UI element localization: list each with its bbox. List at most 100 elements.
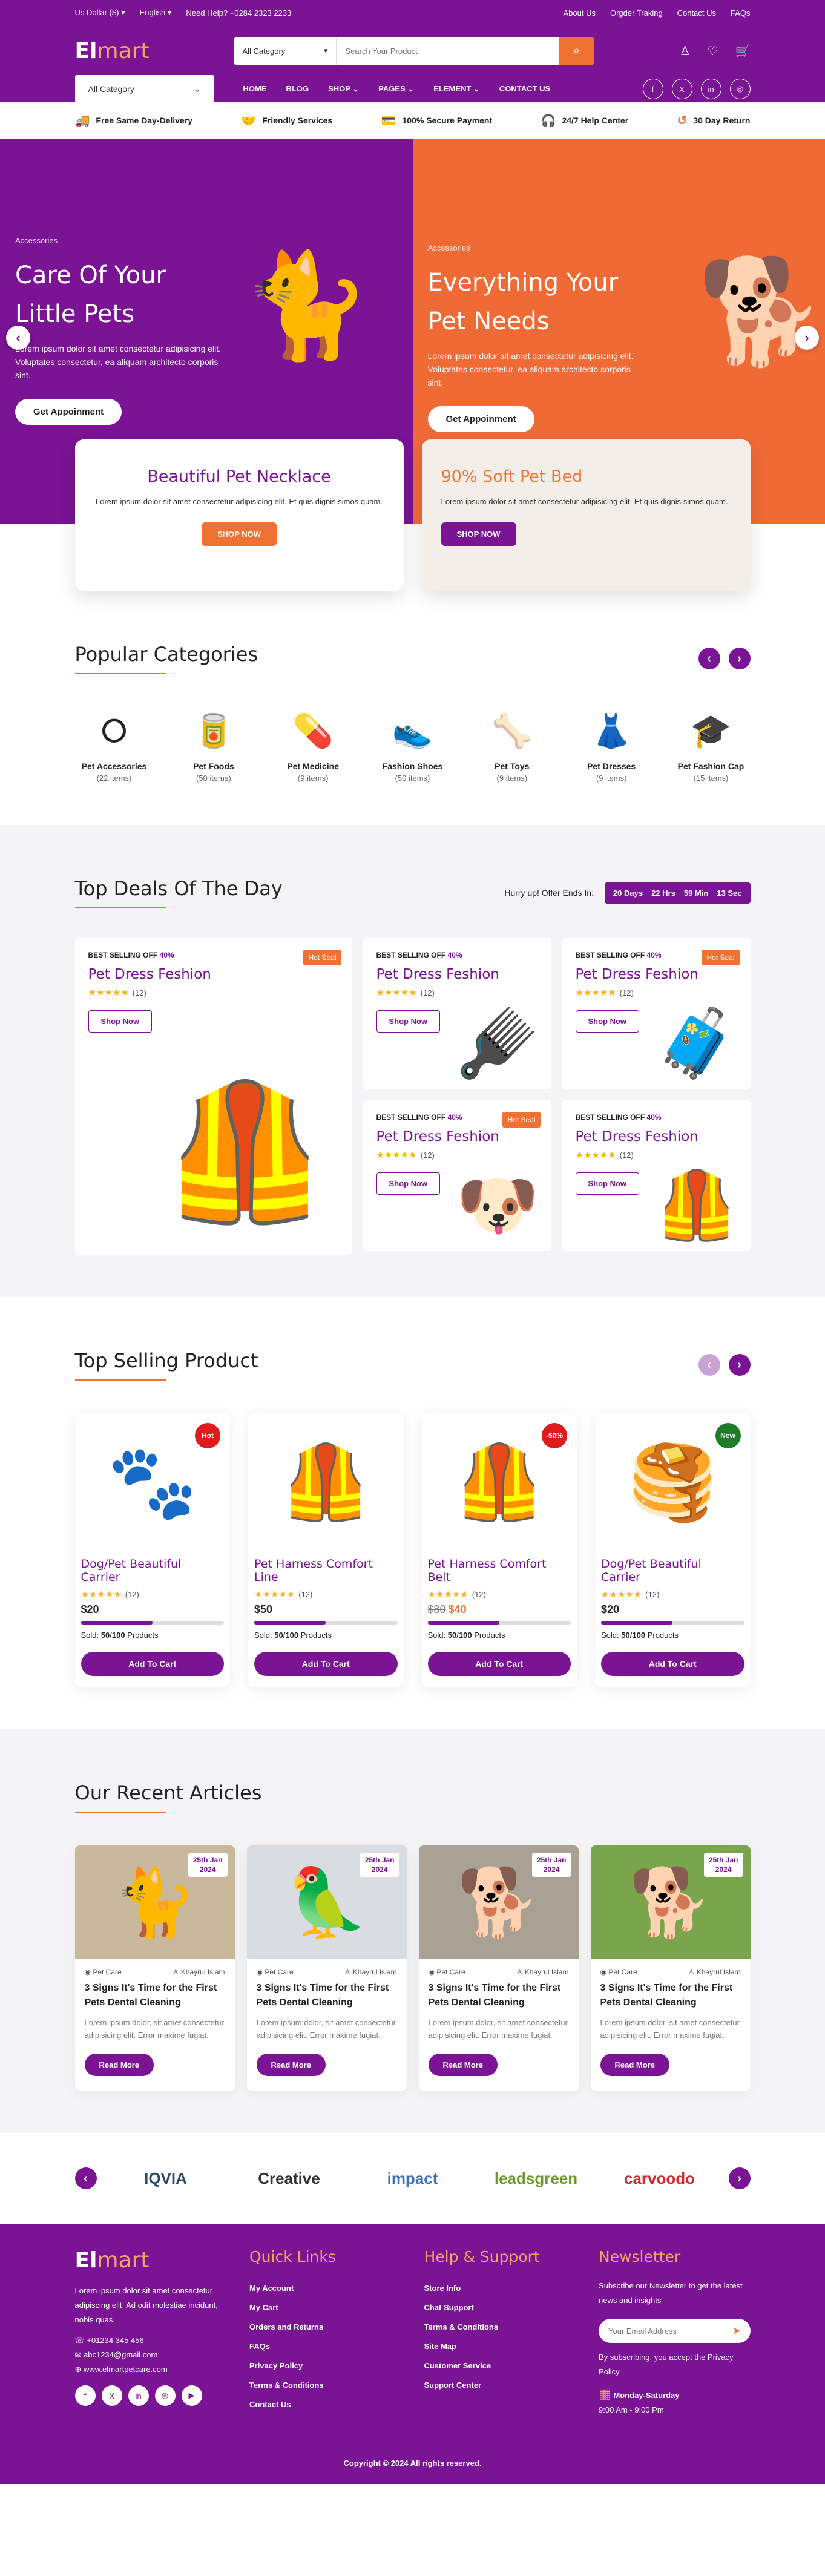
logo[interactable]: Elmart (75, 39, 150, 64)
footer-link[interactable]: My Cart (249, 2298, 401, 2318)
language-select[interactable]: English ▾ (140, 8, 172, 18)
harness-image: 🦺 (280, 1442, 371, 1523)
shop-now-button[interactable]: Shop Now (376, 1172, 441, 1195)
next-button[interactable]: › (728, 648, 751, 669)
category-item[interactable]: 👗 Pet Dresses (9 items) (572, 707, 651, 783)
add-to-cart-button[interactable]: Add To Cart (254, 1652, 398, 1676)
currency-select[interactable]: Us Dollar ($) ▾ (75, 8, 125, 18)
category-item[interactable]: 🦴 Pet Toys (9 items) (473, 707, 551, 783)
articles-section: Our Recent Articles 🐈 25th Jan 2024 ◉ Pet … (0, 1729, 825, 2133)
shop-now-button[interactable]: Shop Now (575, 1010, 640, 1033)
read-more-button[interactable]: Read More (84, 2054, 154, 2076)
search-input[interactable] (337, 37, 559, 65)
footer-link[interactable]: Chat Support (424, 2298, 576, 2318)
footer-link[interactable]: Customer Service (424, 2356, 576, 2376)
add-to-cart-button[interactable]: Add To Cart (81, 1652, 224, 1676)
category-item[interactable]: 🎓 Pet Fashion Cap (15 items) (671, 707, 750, 783)
next-button[interactable]: › (728, 1354, 751, 1376)
nav-shop[interactable]: SHOP ⌄ (328, 84, 359, 94)
heart-icon[interactable]: ♡ (708, 44, 718, 59)
nav-home[interactable]: HOME (243, 84, 267, 94)
linkedin-icon[interactable]: in (700, 79, 721, 99)
search-button[interactable]: ⌕ (559, 37, 594, 65)
read-more-button[interactable]: Read More (428, 2054, 498, 2076)
search-bar: All Category▾ ⌕ (234, 37, 594, 65)
faqs-link[interactable]: FAQs (731, 8, 751, 18)
shop-now-button[interactable]: SHOP NOW (202, 522, 277, 546)
youtube-icon[interactable]: ▶ (181, 2385, 202, 2406)
nav-element[interactable]: ELEMENT ⌄ (433, 84, 480, 94)
prev-button[interactable]: ‹ (74, 2167, 97, 2189)
hot-badge: Hot Seal (702, 950, 740, 965)
appointment-button[interactable]: Get Appoinment (15, 399, 122, 425)
help-phone: Need Help? +0284 2323 2233 (186, 8, 292, 18)
harness-image: 🦺 (162, 1077, 328, 1226)
cart-icon[interactable]: 🛒 (735, 44, 751, 59)
categories-section: Popular Categories ‹ › ⭘ Pet Accessories (2… (0, 591, 825, 825)
facebook-icon[interactable]: f (74, 2385, 96, 2406)
x-icon[interactable]: X (671, 79, 692, 99)
instagram-icon[interactable]: ◎ (154, 2385, 176, 2406)
shop-now-button[interactable]: Shop Now (376, 1010, 441, 1033)
top-selling-section: Top Selling Product ‹ › 🐾 Hot Dog/Pet Bea… (0, 1297, 825, 1729)
footer-link[interactable]: FAQs (249, 2337, 401, 2356)
footer-link[interactable]: Site Map (424, 2337, 576, 2356)
contact-link[interactable]: Contact Us (677, 8, 716, 18)
all-category-dropdown[interactable]: All Category ⌄ (74, 75, 214, 103)
article-card: 🐈 25th Jan 2024 ◉ Pet Care ♙ Khayrul Islam … (74, 1845, 235, 2091)
shop-now-button[interactable]: SHOP NOW (441, 522, 516, 546)
nav-contact[interactable]: CONTACT US (499, 84, 550, 94)
category-item[interactable]: 👟 Fashion Shoes (50 items) (373, 707, 452, 783)
category-item[interactable]: 💊 Pet Medicine (9 items) (274, 707, 352, 783)
add-to-cart-button[interactable]: Add To Cart (427, 1652, 571, 1676)
date-badge: 25th Jan 2024 (360, 1853, 399, 1877)
card-icon: 💳 (381, 114, 396, 128)
category-item[interactable]: ⭘ Pet Accessories (22 items) (75, 707, 154, 783)
footer-link[interactable]: My Account (249, 2279, 401, 2298)
appointment-button[interactable]: Get Appoinment (427, 406, 534, 432)
date-badge: 25th Jan 2024 (188, 1853, 228, 1877)
grooming-image: 🪮 (456, 1006, 539, 1080)
search-category-select[interactable]: All Category ▾ (234, 37, 337, 65)
nav-pages[interactable]: PAGES ⌄ (378, 84, 414, 94)
newsletter-email-input[interactable] (608, 2326, 733, 2336)
next-button[interactable]: › (728, 2167, 751, 2189)
footer-link[interactable]: Orders and Returns (249, 2318, 401, 2337)
article-image: 🐈 25th Jan 2024 (74, 1845, 235, 1959)
prev-slide-button[interactable]: ‹ (6, 326, 30, 350)
instagram-icon[interactable]: ◎ (729, 79, 751, 99)
footer-link[interactable]: Support Center (424, 2376, 576, 2395)
footer: Elmart Lorem ipsum dolor sit amet consec… (0, 2224, 825, 2484)
about-link[interactable]: About Us (563, 8, 595, 18)
article-card: 🐕 25th Jan 2024 ◉ Pet Care ♙ Khayrul Islam … (418, 1845, 579, 2091)
footer-link[interactable]: Contact Us (249, 2395, 401, 2414)
nav-blog[interactable]: BLOG (286, 84, 309, 94)
footer-link[interactable]: Terms & Conditions (249, 2376, 401, 2395)
linkedin-icon[interactable]: in (128, 2385, 149, 2406)
brand-logo: Creative (258, 2169, 320, 2187)
send-icon[interactable]: ➤ (732, 2325, 740, 2337)
prev-button[interactable]: ‹ (698, 1354, 720, 1376)
add-to-cart-button[interactable]: Add To Cart (601, 1652, 744, 1676)
user-icon[interactable]: ♙ (680, 44, 691, 59)
order-tracking-link[interactable]: Orgder Traking (610, 8, 663, 18)
footer-link[interactable]: Terms & Conditions (424, 2318, 576, 2337)
shop-now-button[interactable]: Shop Now (88, 1010, 153, 1033)
facebook-icon[interactable]: f (642, 79, 663, 99)
read-more-button[interactable]: Read More (600, 2054, 669, 2076)
hot-badge: Hot (195, 1423, 220, 1448)
read-more-button[interactable]: Read More (256, 2054, 326, 2076)
footer-link[interactable]: Privacy Policy (249, 2356, 401, 2376)
shoes-icon: 👟 (392, 713, 433, 749)
promo-card: Beautiful Pet Necklace Lorem ipsum dolor… (74, 439, 404, 591)
category-item[interactable]: 🥫 Pet Foods (50 items) (174, 707, 253, 783)
deal-card: BEST SELLING OFF 40% Pet Dress Feshion ★★★… (363, 938, 551, 1089)
shop-now-button[interactable]: Shop Now (575, 1172, 640, 1195)
next-slide-button[interactable]: › (795, 326, 819, 350)
footer-link[interactable]: Store Info (424, 2279, 576, 2298)
dress-icon: 👗 (591, 713, 632, 749)
deal-card: BEST SELLING OFF 40% Pet Dress Feshion ★… (74, 938, 352, 1255)
prev-button[interactable]: ‹ (698, 648, 720, 669)
footer-logo: Elmart (74, 2248, 150, 2273)
x-icon[interactable]: X (101, 2385, 122, 2406)
